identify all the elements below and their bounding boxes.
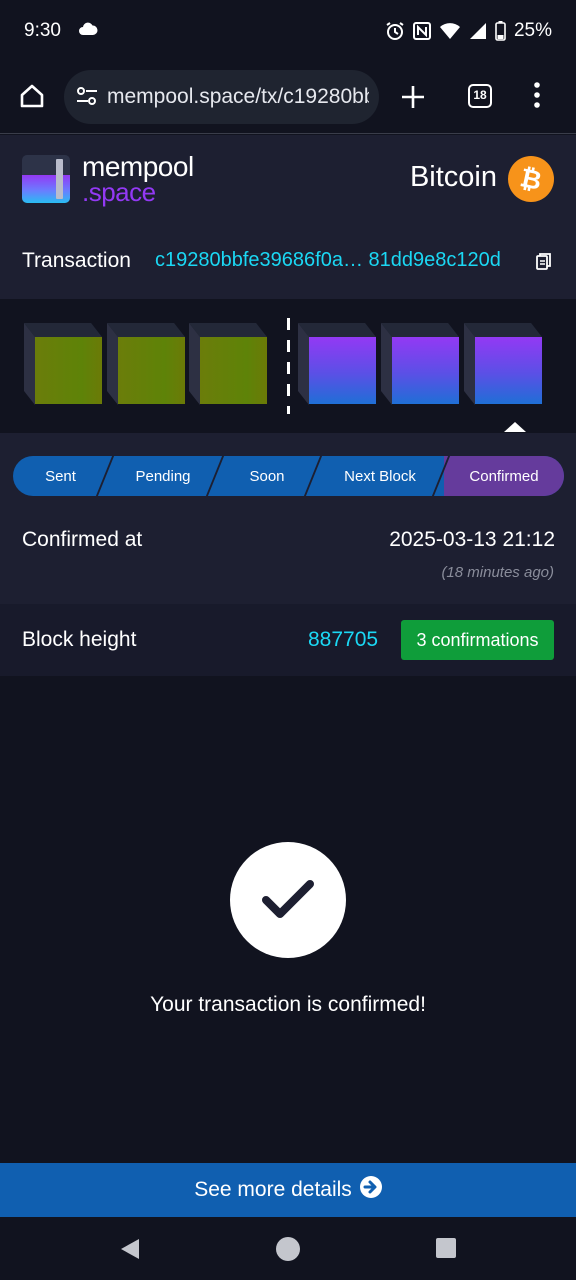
alarm-icon xyxy=(385,21,405,41)
recents-icon[interactable] xyxy=(436,1238,456,1258)
block-height-link[interactable]: 887705 xyxy=(308,628,378,652)
mined-block[interactable] xyxy=(107,323,185,405)
see-more-details-button[interactable]: See more details xyxy=(0,1163,576,1217)
plus-icon[interactable] xyxy=(400,84,426,115)
blockchain-blocks xyxy=(0,299,576,433)
nfc-icon xyxy=(412,22,431,40)
status-time: 9:30 xyxy=(24,20,61,41)
block-height-row: Block height 887705 3 confirmations xyxy=(0,604,576,676)
logo-text-space[interactable]: .space xyxy=(82,177,156,208)
mempool-block[interactable] xyxy=(381,323,459,405)
home-icon[interactable] xyxy=(18,82,46,115)
arrow-right-circle-icon xyxy=(359,1176,382,1204)
tune-icon[interactable] xyxy=(76,86,98,111)
address-bar[interactable]: mempool.space/tx/c19280bbfe39686f0a xyxy=(64,70,379,124)
home-circle-icon[interactable] xyxy=(276,1237,300,1261)
mempool-divider xyxy=(287,318,290,414)
signal-icon xyxy=(469,22,487,40)
transaction-row: Transaction c19280bbfe39686f0a… 81dd9e8c… xyxy=(0,223,576,299)
confirmed-ago: (18 minutes ago) xyxy=(441,564,554,581)
mempool-block[interactable] xyxy=(298,323,376,405)
mined-block[interactable] xyxy=(24,323,102,405)
mempool-logo-icon[interactable] xyxy=(22,155,70,203)
cloud-icon xyxy=(78,22,98,41)
transaction-label: Transaction xyxy=(22,249,131,272)
block-pointer-icon xyxy=(504,422,526,432)
confirmed-at-row: Confirmed at 2025-03-13 21:12 (18 minute… xyxy=(0,518,576,604)
battery-icon xyxy=(495,21,506,41)
confirmations-badge: 3 confirmations xyxy=(401,620,554,660)
confirmation-progress: Sent Pending Soon Next Block Confirmed xyxy=(0,433,576,518)
confirmed-at-value: 2025-03-13 21:12 xyxy=(389,528,555,551)
browser-toolbar: mempool.space/tx/c19280bbfe39686f0a 18 xyxy=(0,64,576,134)
step-pending: Pending xyxy=(135,467,191,485)
system-nav-bar xyxy=(0,1217,576,1280)
battery-percent: 25% xyxy=(513,20,552,41)
see-more-details-label: See more details xyxy=(194,1178,352,1201)
step-confirmed: Confirmed xyxy=(444,456,564,496)
bitcoin-icon[interactable]: ₿ xyxy=(508,156,554,207)
block-height-label: Block height xyxy=(22,628,137,651)
more-vert-icon[interactable] xyxy=(534,82,540,113)
url-text[interactable]: mempool.space/tx/c19280bbfe39686f0a xyxy=(107,85,369,109)
tab-count-button[interactable]: 18 xyxy=(468,84,492,108)
network-selector-label[interactable]: Bitcoin xyxy=(410,161,497,194)
mempool-block[interactable] xyxy=(464,323,542,405)
step-soon: Soon xyxy=(249,467,285,485)
confirmed-at-label: Confirmed at xyxy=(22,528,143,551)
confirmation-message: Your transaction is confirmed! xyxy=(150,993,426,1016)
step-next-block: Next Block xyxy=(344,467,416,485)
wifi-icon xyxy=(439,22,461,40)
check-icon xyxy=(230,842,346,958)
copy-icon[interactable] xyxy=(536,253,552,276)
transaction-id-link[interactable]: c19280bbfe39686f0a… 81dd9e8c120d xyxy=(155,249,501,272)
step-sent: Sent xyxy=(45,467,76,485)
status-bar: 9:30 25% xyxy=(0,0,576,64)
back-icon[interactable] xyxy=(119,1237,141,1266)
mined-block[interactable] xyxy=(189,323,267,405)
site-header: mempool .space Bitcoin ₿ xyxy=(0,135,576,223)
